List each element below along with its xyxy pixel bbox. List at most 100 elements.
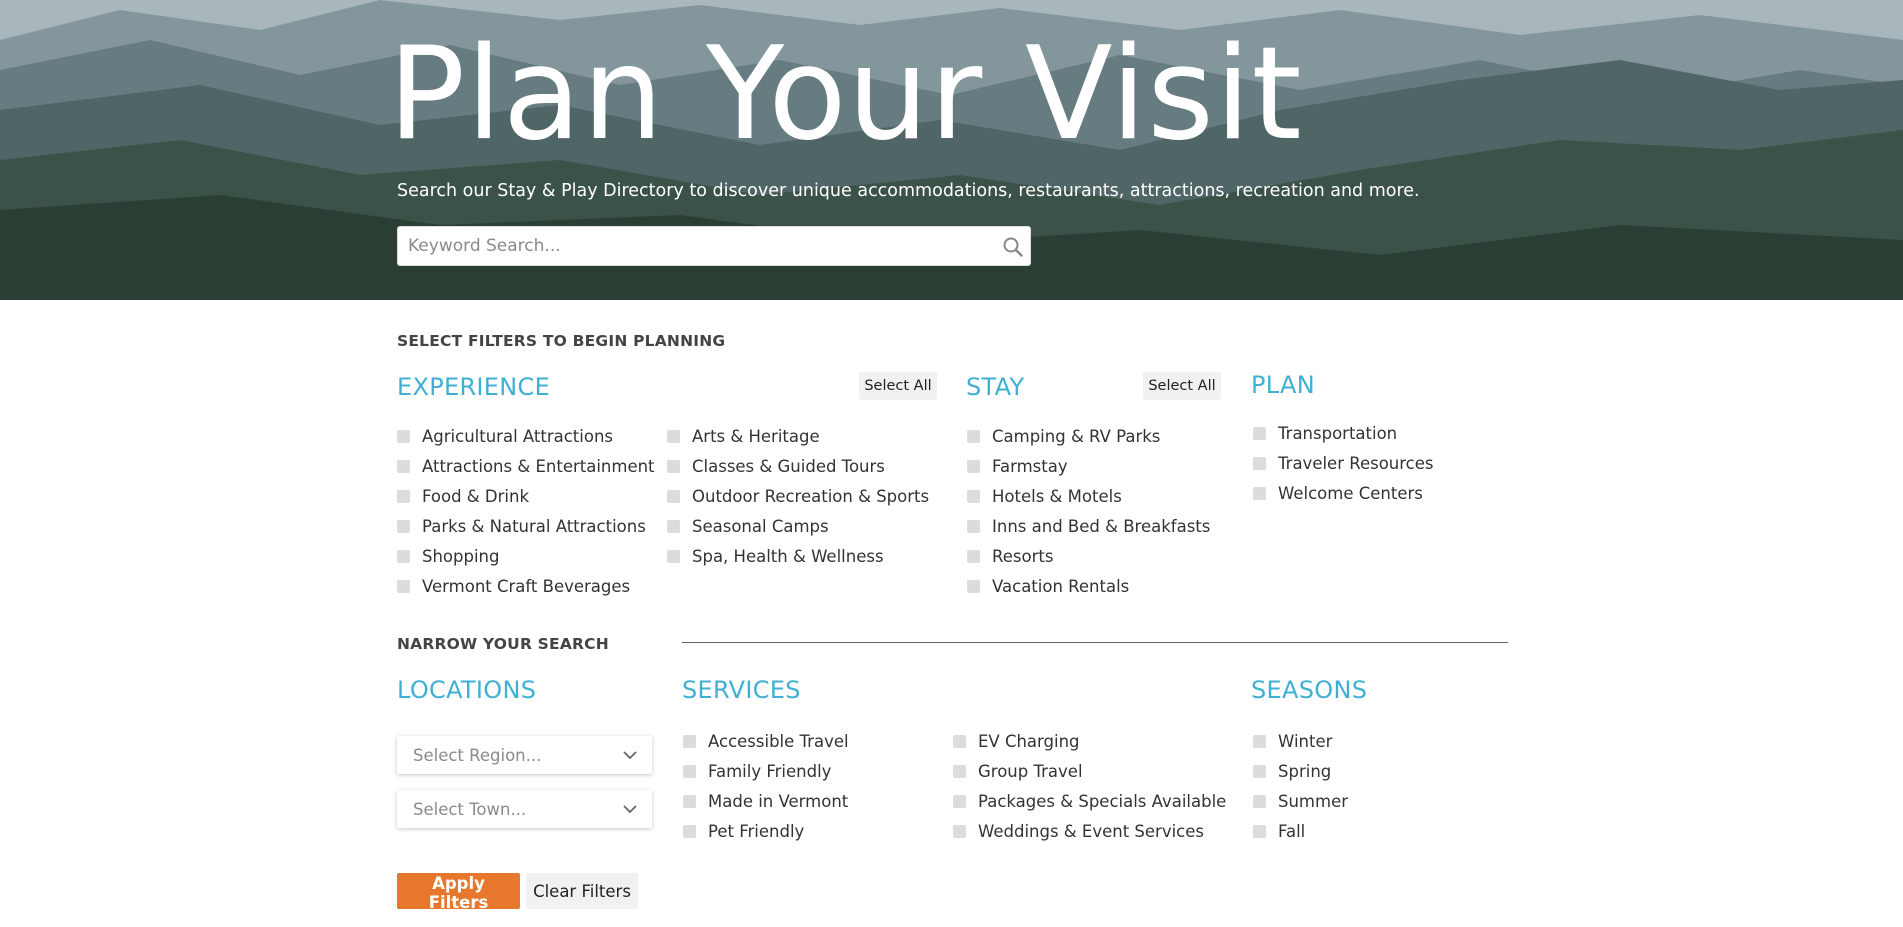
checkbox[interactable] (397, 459, 410, 473)
region-select-placeholder: Select Region... (413, 745, 542, 765)
experience-select-all-button[interactable]: Select All (859, 372, 937, 400)
checkbox-item[interactable]: Made in Vermont (683, 786, 849, 816)
checkbox[interactable] (967, 549, 980, 563)
checkbox-label: Vermont Craft Beverages (422, 576, 631, 596)
clear-filters-button[interactable]: Clear Filters (526, 873, 638, 909)
checkbox-item[interactable]: Farmstay (967, 451, 1210, 481)
checkbox[interactable] (1253, 764, 1266, 778)
checkbox-label: Food & Drink (422, 486, 530, 506)
checkbox-item[interactable]: Outdoor Recreation & Sports (667, 481, 929, 511)
checkbox[interactable] (667, 519, 680, 533)
checkbox[interactable] (397, 519, 410, 533)
plan-title: PLAN (1251, 371, 1315, 399)
checkbox-item[interactable]: Vermont Craft Beverages (397, 571, 655, 601)
seasons-title: SEASONS (1251, 676, 1368, 704)
checkbox-item[interactable]: Packages & Specials Available (953, 786, 1226, 816)
services-list-col1: Accessible Travel Family Friendly Made i… (683, 726, 849, 846)
checkbox-item[interactable]: Weddings & Event Services (953, 816, 1226, 846)
checkbox-item[interactable]: Pet Friendly (683, 816, 849, 846)
checkbox[interactable] (1253, 794, 1266, 808)
hero-subtitle: Search our Stay & Play Directory to disc… (397, 181, 1420, 201)
checkbox-item[interactable]: EV Charging (953, 726, 1226, 756)
services-title: SERVICES (682, 676, 801, 704)
checkbox-label: Parks & Natural Attractions (422, 516, 646, 536)
checkbox-item[interactable]: Vacation Rentals (967, 571, 1210, 601)
chevron-down-icon (623, 805, 637, 814)
checkbox-item[interactable]: Shopping (397, 541, 655, 571)
keyword-search-box (397, 226, 1031, 266)
checkbox-item[interactable]: Classes & Guided Tours (667, 451, 929, 481)
checkbox[interactable] (953, 824, 966, 838)
checkbox-item[interactable]: Traveler Resources (1253, 448, 1434, 478)
checkbox-item[interactable]: Arts & Heritage (667, 421, 929, 451)
checkbox-label: Packages & Specials Available (978, 791, 1227, 811)
search-icon[interactable] (1002, 236, 1024, 258)
checkbox[interactable] (683, 824, 696, 838)
checkbox-item[interactable]: Parks & Natural Attractions (397, 511, 655, 541)
town-select[interactable]: Select Town... (397, 790, 652, 828)
section-divider (682, 642, 1508, 643)
checkbox[interactable] (967, 489, 980, 503)
plan-list: Transportation Traveler Resources Welcom… (1253, 418, 1434, 508)
checkbox-item[interactable]: Family Friendly (683, 756, 849, 786)
checkbox-item[interactable]: Camping & RV Parks (967, 421, 1210, 451)
checkbox[interactable] (967, 459, 980, 473)
checkbox-item[interactable]: Accessible Travel (683, 726, 849, 756)
checkbox-item[interactable]: Attractions & Entertainment (397, 451, 655, 481)
checkbox-label: Attractions & Entertainment (422, 456, 655, 476)
checkbox[interactable] (1253, 824, 1266, 838)
checkbox-label: Outdoor Recreation & Sports (692, 486, 930, 506)
checkbox-item[interactable]: Welcome Centers (1253, 478, 1434, 508)
checkbox[interactable] (953, 734, 966, 748)
experience-list-col2: Arts & Heritage Classes & Guided Tours O… (667, 421, 929, 571)
checkbox-label: Pet Friendly (708, 821, 805, 841)
checkbox[interactable] (1253, 734, 1266, 748)
checkbox[interactable] (967, 519, 980, 533)
checkbox-label: Winter (1278, 731, 1333, 751)
checkbox-label: Made in Vermont (708, 791, 849, 811)
checkbox[interactable] (397, 579, 410, 593)
checkbox-label: Arts & Heritage (692, 426, 820, 446)
checkbox-label: Farmstay (992, 456, 1068, 476)
checkbox-label: Family Friendly (708, 761, 832, 781)
checkbox-item[interactable]: Resorts (967, 541, 1210, 571)
checkbox[interactable] (953, 764, 966, 778)
checkbox-item[interactable]: Transportation (1253, 418, 1434, 448)
checkbox[interactable] (397, 429, 410, 443)
checkbox[interactable] (1253, 426, 1266, 440)
checkbox-item[interactable]: Fall (1253, 816, 1348, 846)
checkbox[interactable] (967, 579, 980, 593)
checkbox[interactable] (683, 764, 696, 778)
checkbox-item[interactable]: Seasonal Camps (667, 511, 929, 541)
checkbox[interactable] (667, 459, 680, 473)
checkbox[interactable] (1253, 456, 1266, 470)
checkbox[interactable] (667, 549, 680, 563)
checkbox[interactable] (1253, 486, 1266, 500)
checkbox[interactable] (397, 549, 410, 563)
checkbox-item[interactable]: Spring (1253, 756, 1348, 786)
checkbox[interactable] (667, 489, 680, 503)
checkbox-label: Hotels & Motels (992, 486, 1122, 506)
checkbox-item[interactable]: Winter (1253, 726, 1348, 756)
checkbox-item[interactable]: Group Travel (953, 756, 1226, 786)
checkbox-item[interactable]: Inns and Bed & Breakfasts (967, 511, 1210, 541)
experience-title: EXPERIENCE (397, 373, 551, 401)
apply-filters-button[interactable]: Apply Filters (397, 873, 520, 912)
seasons-list: Winter Spring Summer Fall (1253, 726, 1348, 846)
checkbox-item[interactable]: Spa, Health & Wellness (667, 541, 929, 571)
checkbox-label: Welcome Centers (1278, 483, 1423, 503)
stay-select-all-button[interactable]: Select All (1143, 372, 1221, 400)
checkbox[interactable] (967, 429, 980, 443)
checkbox-item[interactable]: Food & Drink (397, 481, 655, 511)
checkbox-item[interactable]: Summer (1253, 786, 1348, 816)
checkbox-item[interactable]: Hotels & Motels (967, 481, 1210, 511)
checkbox[interactable] (683, 794, 696, 808)
checkbox[interactable] (683, 734, 696, 748)
checkbox-label: Traveler Resources (1278, 453, 1434, 473)
checkbox[interactable] (397, 489, 410, 503)
checkbox[interactable] (953, 794, 966, 808)
region-select[interactable]: Select Region... (397, 736, 652, 774)
checkbox[interactable] (667, 429, 680, 443)
checkbox-item[interactable]: Agricultural Attractions (397, 421, 655, 451)
keyword-search-input[interactable] (398, 227, 978, 265)
